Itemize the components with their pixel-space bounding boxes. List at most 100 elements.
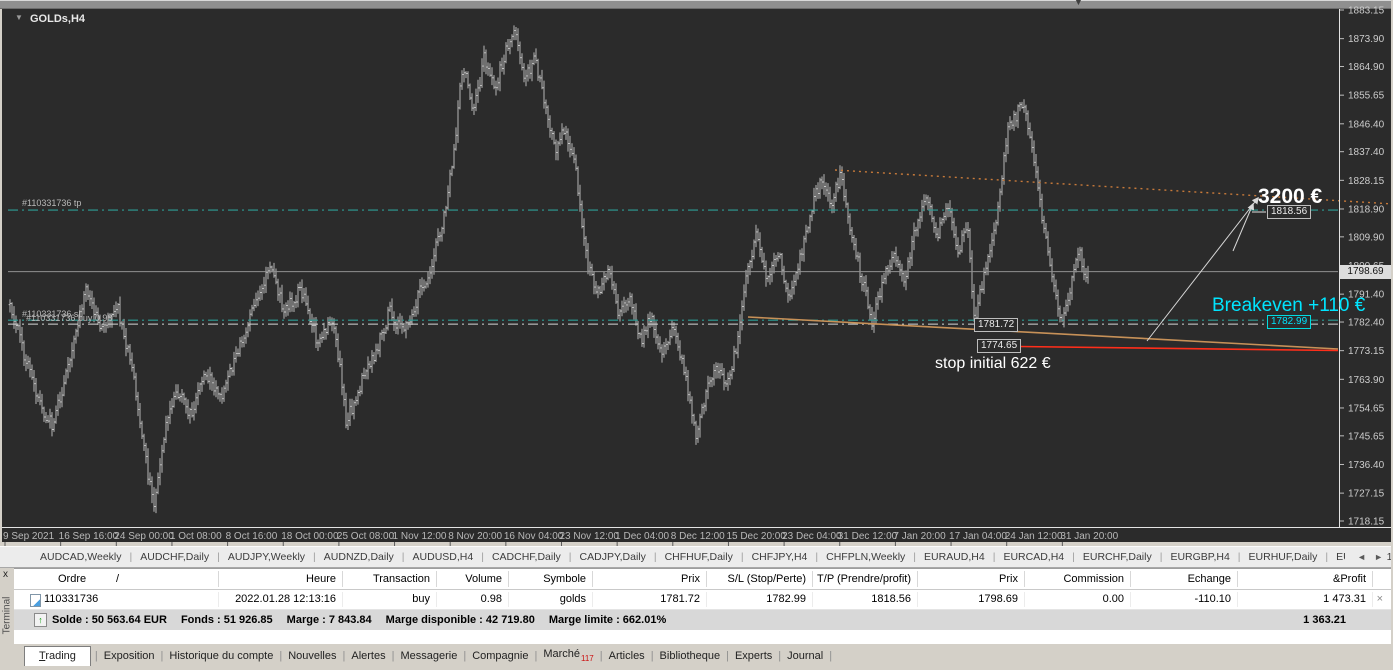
price-chart[interactable]: 1883.151873.901864.901855.651846.401837.… — [0, 0, 1393, 546]
column-header-symbole[interactable]: Symbole — [543, 569, 586, 590]
balance-segment: Marge limite : 662.01% — [549, 614, 666, 626]
order-cell-heure: 2022.01.28 12:13:16 — [235, 590, 336, 609]
price-axis-label: 1818.90 — [1348, 204, 1385, 215]
order-tp-label: #110331736 tp — [22, 198, 81, 208]
tabs-scroll-left-icon[interactable]: ◄ — [1357, 552, 1366, 562]
tabs-scroll-right-icon[interactable]: ► — [1374, 552, 1383, 562]
order-cell-echange: -110.10 — [1195, 590, 1232, 609]
symbol-tab-bar: AUDCAD,Weekly | AUDCHF,Daily | AUDJPY,Weekly… — [0, 546, 1393, 568]
symbol-tab-AUDJPY[interactable]: AUDJPY,Weekly — [228, 547, 305, 567]
column-separator — [1372, 592, 1373, 607]
terminal-panel-label: Terminal — [2, 582, 13, 650]
symbol-tab-CHFHUF[interactable]: CHFHUF,Daily — [665, 547, 733, 567]
order-buy-label: #110331736 buy 0.98 — [26, 313, 112, 323]
order-cell-tp: 1818.56 — [871, 590, 911, 609]
order-cell-prix: 1781.72 — [660, 590, 700, 609]
symbol-tab-CHFPLN[interactable]: CHFPLN,Weekly — [826, 547, 905, 567]
column-separator — [812, 571, 813, 587]
time-axis-label: 9 Sep 2021 — [3, 531, 55, 542]
order-doc-icon — [30, 594, 41, 607]
entry-price-box: 1781.72 — [974, 318, 1018, 332]
terminal-close-icon[interactable]: x — [3, 570, 8, 580]
column-header--profit[interactable]: &Profit — [1333, 569, 1366, 590]
chart-expand-icon[interactable]: ▼ — [15, 13, 23, 22]
symbol-tab-EURCAD[interactable]: EURCAD,H4 — [1003, 547, 1064, 567]
column-header-s-l-stop-perte-[interactable]: S/L (Stop/Perte) — [728, 569, 806, 590]
symbol-tab-EURGBP[interactable]: EURGBP,H4 — [1170, 547, 1229, 567]
current-price-box: 1798.69 — [1340, 265, 1391, 279]
time-axis-label: 24 Sep 00:00 — [114, 531, 174, 542]
column-header-commission[interactable]: Commission — [1063, 569, 1124, 590]
symbol-tab-AUDCHF[interactable]: AUDCHF,Daily — [140, 547, 209, 567]
column-header-prix[interactable]: Prix — [999, 569, 1018, 590]
symbol-tab-CADJPY[interactable]: CADJPY,Daily — [580, 547, 646, 567]
order-cell-prix2: 1798.69 — [978, 590, 1018, 609]
terminal-tab-compagnie[interactable]: Compagnie — [466, 650, 534, 662]
symbol-tab-EURCHF[interactable]: EURCHF,Daily — [1083, 547, 1152, 567]
column-separator — [342, 571, 343, 587]
order-cell-transaction: buy — [412, 590, 430, 609]
terminal-tab-trading[interactable]: Trading — [24, 646, 91, 666]
symbol-tab-EURAUD[interactable]: EURAUD,H4 — [924, 547, 985, 567]
time-axis-label: 1 Oct 08:00 — [170, 531, 222, 542]
symbol-tab-AUDUSD[interactable]: AUDUSD,H4 — [413, 547, 474, 567]
terminal-tab-journal[interactable]: Journal — [781, 650, 829, 662]
time-axis-label: 16 Sep 16:00 — [59, 531, 119, 542]
tab-separator: | — [815, 547, 818, 567]
price-axis-label: 1809.90 — [1348, 232, 1385, 243]
breakeven-price-box: 1782.99 — [1267, 315, 1311, 329]
total-profit-value: 1 363.21 — [1303, 610, 1346, 630]
tab-separator: | — [481, 547, 484, 567]
price-axis-label: 1828.15 — [1348, 176, 1385, 187]
order-cell-sl: 1782.99 — [766, 590, 806, 609]
terminal-tab-exposition[interactable]: Exposition — [98, 650, 161, 662]
symbol-tab-CADCHF[interactable]: CADCHF,Daily — [492, 547, 561, 567]
terminal-tab-articles[interactable]: Articles — [603, 650, 651, 662]
breakeven-annotation: Breakeven +110 € — [1212, 295, 1365, 317]
time-axis-label: 15 Dec 20:00 — [726, 531, 786, 542]
terminal-tab-historique-du-compte[interactable]: Historique du compte — [163, 650, 279, 662]
symbol-tab-EURHUF[interactable]: EURHUF,Daily — [1249, 547, 1318, 567]
price-axis-label: 1883.15 — [1348, 6, 1385, 17]
price-axis-label: 1763.90 — [1348, 375, 1385, 386]
column-header-volume[interactable]: Volume — [465, 569, 502, 590]
column-separator — [706, 592, 707, 607]
tab-separator: | — [1325, 547, 1328, 567]
column-separator — [436, 571, 437, 587]
column-separator — [706, 571, 707, 587]
column-header-ordre[interactable]: Ordre — [58, 569, 86, 590]
time-axis-label: 1 Dec 04:00 — [615, 531, 669, 542]
symbol-tab-AUDNZD[interactable]: AUDNZD,Daily — [324, 547, 394, 567]
order-cell-symbole: golds — [560, 590, 586, 609]
balance-row: ↑ Solde : 50 563.64 EURFonds : 51 926.85… — [14, 610, 1391, 630]
column-header-echange[interactable]: Echange — [1188, 569, 1231, 590]
terminal-tab-alertes[interactable]: Alertes — [345, 650, 391, 662]
symbol-tab-AUDCAD[interactable]: AUDCAD,Weekly — [40, 547, 122, 567]
terminal-tab-messagerie[interactable]: Messagerie — [394, 650, 463, 662]
time-axis-label: 31 Dec 12:00 — [838, 531, 898, 542]
close-position-icon[interactable]: × — [1377, 590, 1383, 609]
symbol-tab-CHFJPY[interactable]: CHFJPY,H4 — [752, 547, 808, 567]
tab-separator: | — [913, 547, 916, 567]
column-separator — [508, 571, 509, 587]
column-header-heure[interactable]: Heure — [306, 569, 336, 590]
order-row[interactable]: × 1103317362022.01.28 12:13:16buy0.98gol… — [14, 590, 1391, 610]
column-header-transaction[interactable]: Transaction — [373, 569, 430, 590]
price-axis-label: 1773.15 — [1348, 346, 1385, 357]
balance-segment: Fonds : 51 926.85 — [181, 614, 273, 626]
column-separator — [1237, 571, 1238, 587]
time-axis-label: 7 Jan 20:00 — [893, 531, 946, 542]
column-header-t-p-prendre-profit-[interactable]: T/P (Prendre/profit) — [817, 569, 911, 590]
tab-separator: | — [402, 547, 405, 567]
terminal-side-rail: Terminal — [0, 568, 14, 667]
column-separator — [508, 592, 509, 607]
terminal-tab-march-[interactable]: Marché117 — [537, 648, 599, 662]
terminal-tab-experts[interactable]: Experts — [729, 650, 778, 662]
price-axis-label: 1846.40 — [1348, 119, 1385, 130]
column-header-prix[interactable]: Prix — [681, 569, 700, 590]
order-cell-ordre: 110331736 — [44, 590, 98, 609]
terminal-tab-bibliotheque[interactable]: Bibliotheque — [654, 650, 727, 662]
sort-indicator: / — [116, 569, 119, 590]
column-separator — [1130, 571, 1131, 587]
terminal-tab-nouvelles[interactable]: Nouvelles — [282, 650, 342, 662]
